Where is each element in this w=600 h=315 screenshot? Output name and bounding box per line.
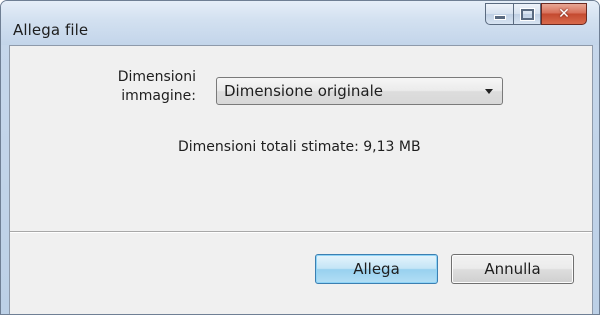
- window-title: Allega file: [13, 21, 89, 39]
- image-size-label: Dimensioni immagine:: [96, 68, 196, 106]
- attach-button[interactable]: Allega: [315, 254, 438, 284]
- close-button[interactable]: ✕: [541, 3, 587, 25]
- image-size-label-line1: Dimensioni: [117, 69, 196, 85]
- minimize-button[interactable]: [485, 3, 513, 25]
- minimize-icon: [493, 15, 506, 20]
- close-icon: ✕: [558, 6, 570, 22]
- maximize-icon: [520, 8, 534, 20]
- footer-divider: [10, 231, 592, 233]
- image-size-label-line2: immagine:: [121, 88, 196, 104]
- dialog-body: Dimensioni immagine: Dimensione original…: [9, 45, 593, 314]
- attach-file-dialog: Allega file ✕ Dimensioni immagine: Dimen…: [0, 0, 600, 315]
- maximize-button[interactable]: [513, 3, 541, 25]
- estimated-total-size: Dimensioni totali stimate: 9,13 MB: [178, 139, 421, 155]
- title-bar[interactable]: Allega file ✕: [1, 1, 599, 45]
- window-controls: ✕: [485, 3, 587, 25]
- image-size-selected-value: Dimensione originale: [224, 82, 384, 100]
- dropdown-arrow-icon[interactable]: [485, 89, 493, 94]
- image-size-dropdown[interactable]: Dimensione originale: [216, 77, 503, 105]
- cancel-button[interactable]: Annulla: [451, 254, 574, 284]
